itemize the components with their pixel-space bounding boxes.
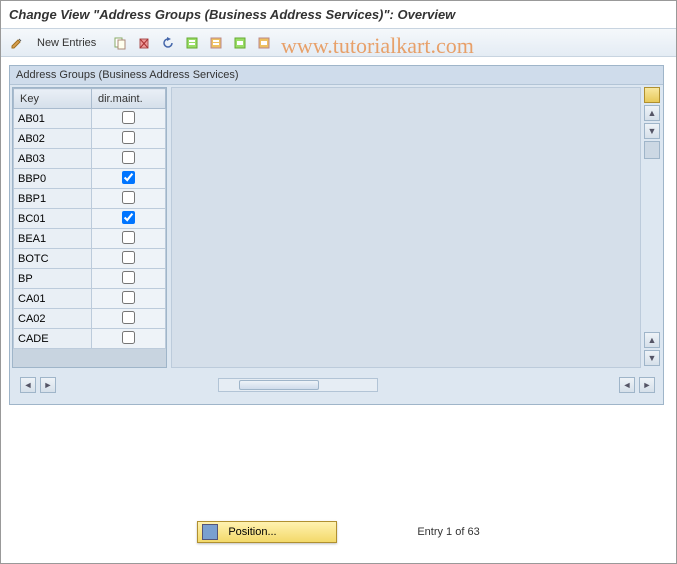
hscroll-track[interactable] [218,378,378,392]
table-row[interactable]: BBP0 [14,169,166,189]
cell-key[interactable]: BBP1 [14,189,92,209]
table-row[interactable]: BOTC [14,249,166,269]
vertical-scrollbar: ▲ ▼ ▲ ▼ [643,87,661,368]
table-row[interactable]: BC01 [14,209,166,229]
dirmaint-checkbox[interactable] [122,291,135,304]
dirmaint-checkbox[interactable] [122,211,135,224]
select-block-icon[interactable] [206,33,226,53]
dirmaint-checkbox[interactable] [122,231,135,244]
cell-key[interactable]: CA01 [14,289,92,309]
scroll-up-icon[interactable]: ▲ [644,105,660,121]
horizontal-scrollbar: ◄ ► ◄ ► [14,377,657,393]
position-label: Position... [228,526,276,538]
deselect-all-icon[interactable] [230,33,250,53]
scroll-down-icon[interactable]: ▼ [644,123,660,139]
table-row[interactable]: BBP1 [14,189,166,209]
hscroll-right2-icon[interactable]: ► [639,377,655,393]
column-header-dirmaint[interactable]: dir.maint. [92,89,166,109]
position-icon [202,524,218,540]
table-settings-icon[interactable] [254,33,274,53]
scroll-page-up-icon[interactable]: ▲ [644,332,660,348]
hscroll-right-icon[interactable]: ► [40,377,56,393]
dirmaint-checkbox[interactable] [122,311,135,324]
dirmaint-checkbox[interactable] [122,191,135,204]
cell-key[interactable]: BOTC [14,249,92,269]
configure-columns-icon[interactable] [644,87,660,103]
cell-key[interactable]: BP [14,269,92,289]
entry-counter: Entry 1 of 63 [417,526,479,538]
footer: Position... Entry 1 of 63 [1,521,676,543]
table-row[interactable]: BP [14,269,166,289]
panel-title: Address Groups (Business Address Service… [10,66,663,85]
cell-key[interactable]: CADE [14,329,92,349]
select-all-icon[interactable] [182,33,202,53]
table-row[interactable]: AB02 [14,129,166,149]
dirmaint-checkbox[interactable] [122,111,135,124]
toggle-display-change-icon[interactable] [7,33,27,53]
scroll-page-down-icon[interactable]: ▼ [644,350,660,366]
copy-icon[interactable] [110,33,130,53]
cell-key[interactable]: BBP0 [14,169,92,189]
table-row[interactable]: CA02 [14,309,166,329]
column-header-key[interactable]: Key [14,89,92,109]
delete-icon[interactable] [134,33,154,53]
cell-key[interactable]: BC01 [14,209,92,229]
dirmaint-checkbox[interactable] [122,331,135,344]
hscroll-left2-icon[interactable]: ◄ [619,377,635,393]
address-groups-panel: Address Groups (Business Address Service… [9,65,664,405]
table-row[interactable]: CA01 [14,289,166,309]
new-entries-button[interactable]: New Entries [31,35,102,51]
dirmaint-checkbox[interactable] [122,131,135,144]
empty-area [171,87,641,368]
dirmaint-checkbox[interactable] [122,271,135,284]
address-groups-table: Key dir.maint. AB01 AB02 AB03 BBP0 BBP1 … [12,87,167,368]
cell-key[interactable]: BEA1 [14,229,92,249]
cell-key[interactable]: AB03 [14,149,92,169]
page-title: Change View "Address Groups (Business Ad… [1,1,676,29]
table-row[interactable]: BEA1 [14,229,166,249]
position-button[interactable]: Position... [197,521,337,543]
table-row[interactable]: CADE [14,329,166,349]
scroll-thumb[interactable] [644,141,660,159]
table-row[interactable]: AB01 [14,109,166,129]
hscroll-left-icon[interactable]: ◄ [20,377,36,393]
hscroll-thumb[interactable] [239,380,319,390]
dirmaint-checkbox[interactable] [122,171,135,184]
toolbar: New Entries [1,29,676,57]
dirmaint-checkbox[interactable] [122,251,135,264]
undo-icon[interactable] [158,33,178,53]
table-row[interactable]: AB03 [14,149,166,169]
cell-key[interactable]: AB01 [14,109,92,129]
cell-key[interactable]: AB02 [14,129,92,149]
dirmaint-checkbox[interactable] [122,151,135,164]
cell-key[interactable]: CA02 [14,309,92,329]
